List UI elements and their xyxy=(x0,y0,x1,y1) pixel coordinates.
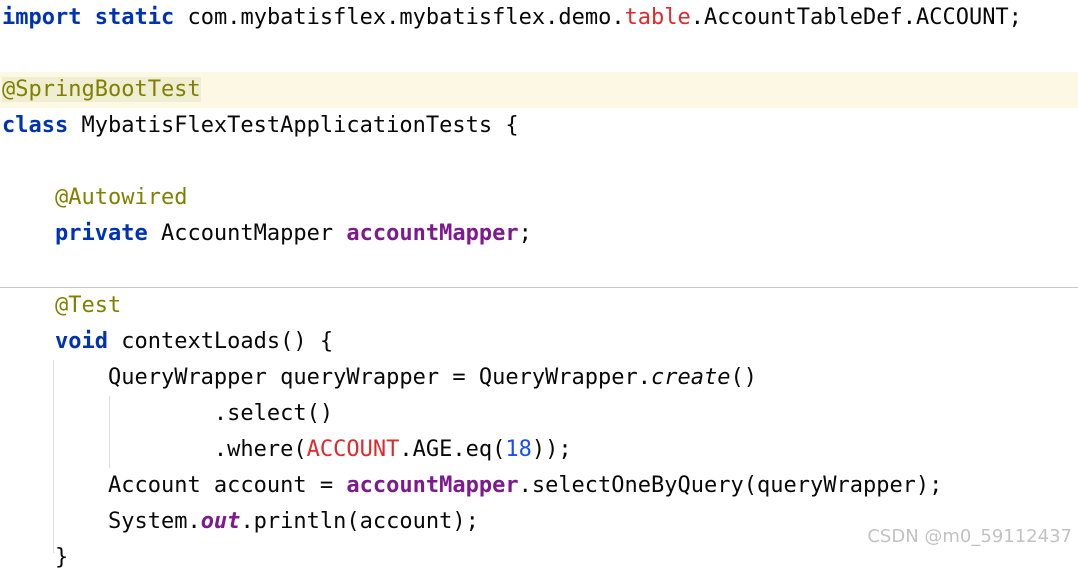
method-create: create xyxy=(651,365,731,390)
keyword-void: void xyxy=(54,329,108,354)
number-literal: 18 xyxy=(505,437,532,462)
call-parens: () xyxy=(730,365,758,390)
method-separator xyxy=(0,287,1078,288)
field-type: AccountMapper xyxy=(160,221,334,246)
keyword-static: static xyxy=(94,5,175,30)
closing-brace: } xyxy=(54,545,69,570)
code-line-closing-brace[interactable]: } xyxy=(2,540,68,576)
annotation-test: @Test xyxy=(54,293,122,318)
code-line-class-declaration[interactable]: class MybatisFlexTestApplicationTests { xyxy=(2,108,519,144)
code-line-springboottest[interactable]: @SpringBootTest xyxy=(2,72,201,108)
code-line-select-one[interactable]: Account account = accountMapper.selectOn… xyxy=(2,468,942,504)
package-path: com.mybatisflex.mybatisflex.demo. xyxy=(187,5,625,30)
account-declaration: Account account = xyxy=(107,473,347,498)
keyword-import: import xyxy=(2,5,82,30)
semicolon: ; xyxy=(518,221,532,246)
where-call-open: .where( xyxy=(213,437,307,462)
code-line-method-declaration[interactable]: void contextLoads() { xyxy=(2,324,333,360)
class-name: MybatisFlexTestApplicationTests { xyxy=(81,113,519,138)
method-signature: contextLoads() { xyxy=(121,329,334,354)
code-line-import[interactable]: import static com.mybatisflex.mybatisfle… xyxy=(2,0,1022,36)
where-call-close: )); xyxy=(531,437,572,462)
code-line-autowired[interactable]: @Autowired xyxy=(2,180,187,216)
annotation-autowired: @Autowired xyxy=(54,185,188,210)
code-line-field-declaration[interactable]: private AccountMapper accountMapper; xyxy=(2,216,532,252)
field-account-mapper: accountMapper xyxy=(346,221,519,246)
code-line-println[interactable]: System.out.println(account); xyxy=(2,504,479,540)
imported-class: .AccountTableDef.ACCOUNT; xyxy=(690,5,1022,30)
code-editor[interactable]: import static com.mybatisflex.mybatisfle… xyxy=(0,0,1078,570)
code-line-querywrapper-create[interactable]: QueryWrapper queryWrapper = QueryWrapper… xyxy=(2,360,757,396)
field-account-mapper-ref: accountMapper xyxy=(346,473,519,498)
code-line-test-annotation[interactable]: @Test xyxy=(2,288,121,324)
constant-account: ACCOUNT xyxy=(306,437,400,462)
select-call: .select() xyxy=(213,401,334,426)
println-call: .println(account); xyxy=(240,509,479,534)
age-eq: .AGE.eq( xyxy=(399,437,506,462)
annotation-springboottest: @SpringBootTest xyxy=(2,77,201,102)
field-out: out xyxy=(200,509,241,534)
watermark: CSDN @m0_59112437 xyxy=(867,526,1072,547)
code-line-where[interactable]: .where(ACCOUNT.AGE.eq(18)); xyxy=(2,432,572,468)
select-one-call: .selectOneByQuery(queryWrapper); xyxy=(518,473,943,498)
keyword-private: private xyxy=(54,221,148,246)
code-line-select[interactable]: .select() xyxy=(2,396,333,432)
package-table-segment: table xyxy=(624,5,691,30)
querywrapper-declaration: QueryWrapper queryWrapper = QueryWrapper… xyxy=(107,365,652,390)
keyword-class: class xyxy=(2,113,69,138)
system-ref: System. xyxy=(107,509,201,534)
